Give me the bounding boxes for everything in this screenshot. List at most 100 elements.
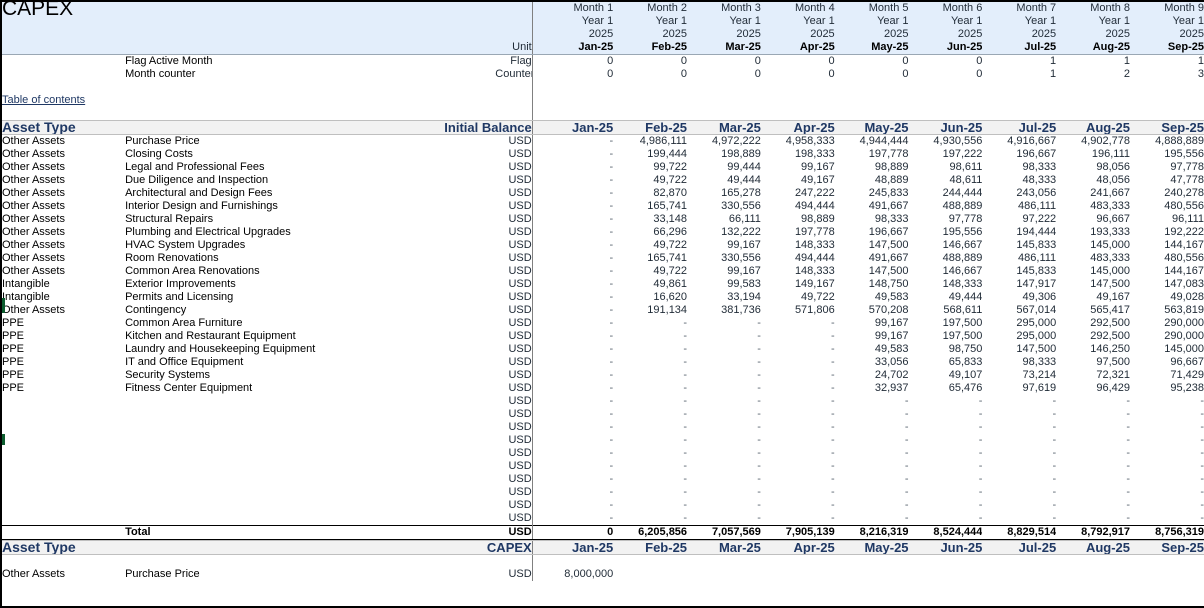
section1-value-5[interactable]: 99,167 <box>835 317 909 330</box>
section1-month-header-6[interactable]: Jun-25 <box>909 121 983 135</box>
table-row[interactable]: USD--------- <box>2 421 1204 434</box>
section1-value-8[interactable]: - <box>1056 473 1130 486</box>
section1-value-9[interactable]: - <box>1130 447 1204 460</box>
section1-value-8[interactable]: 292,500 <box>1056 317 1130 330</box>
section1-value-1[interactable]: - <box>539 187 613 200</box>
section1-value-7[interactable]: 48,333 <box>982 174 1056 187</box>
section1-value-7[interactable]: - <box>982 408 1056 421</box>
flag-value-3[interactable]: 0 <box>687 55 761 68</box>
table-row[interactable]: PPECommon Area FurnitureUSD----99,167197… <box>2 317 1204 330</box>
section2-value-3[interactable] <box>687 568 761 581</box>
section1-value-4[interactable]: - <box>761 343 835 356</box>
section1-value-1[interactable]: - <box>539 265 613 278</box>
table-row[interactable]: Other AssetsPurchase PriceUSD8,000,000 <box>2 568 1204 581</box>
section1-value-6[interactable]: - <box>909 395 983 408</box>
section1-value-6[interactable]: 146,667 <box>909 265 983 278</box>
section2-value-2[interactable] <box>613 568 687 581</box>
section1-value-3[interactable]: 330,556 <box>687 200 761 213</box>
section1-value-3[interactable]: - <box>687 408 761 421</box>
section2-month-header-8[interactable]: Aug-25 <box>1056 541 1130 555</box>
section1-value-7[interactable]: - <box>982 499 1056 512</box>
section1-value-8[interactable]: 49,167 <box>1056 291 1130 304</box>
section2-value-1[interactable]: 8,000,000 <box>539 568 613 581</box>
flag-value-5[interactable]: 0 <box>835 55 909 68</box>
section1-value-6[interactable]: - <box>909 499 983 512</box>
section1-value-9[interactable]: - <box>1130 499 1204 512</box>
section1-value-3[interactable]: 381,736 <box>687 304 761 317</box>
section1-value-4[interactable]: - <box>761 512 835 526</box>
section1-value-1[interactable]: - <box>539 213 613 226</box>
section1-value-9[interactable]: - <box>1130 434 1204 447</box>
section1-value-9[interactable]: 4,888,889 <box>1130 135 1204 149</box>
table-row[interactable]: USD--------- <box>2 473 1204 486</box>
section1-value-3[interactable]: 99,167 <box>687 265 761 278</box>
section1-value-6[interactable]: 568,611 <box>909 304 983 317</box>
section2-value-7[interactable] <box>982 568 1056 581</box>
section1-value-1[interactable]: - <box>539 382 613 395</box>
section1-value-9[interactable]: 96,111 <box>1130 213 1204 226</box>
table-row[interactable]: Other AssetsCommon Area RenovationsUSD-4… <box>2 265 1204 278</box>
spreadsheet-sheet[interactable]: CAPEX Month 1 Month 2 Month 3 Month 4 Mo… <box>0 0 1204 608</box>
section1-value-8[interactable]: 145,000 <box>1056 239 1130 252</box>
section1-value-5[interactable]: - <box>835 512 909 526</box>
section1-month-header-7[interactable]: Jul-25 <box>982 121 1056 135</box>
section1-value-7[interactable]: 145,833 <box>982 265 1056 278</box>
section1-value-3[interactable]: 4,972,222 <box>687 135 761 149</box>
section1-value-5[interactable]: 197,778 <box>835 148 909 161</box>
capex-flow-table[interactable]: Asset TypeCAPEXJan-25Feb-25Mar-25Apr-25M… <box>2 540 1204 581</box>
section1-value-2[interactable]: - <box>613 395 687 408</box>
section1-value-5[interactable]: 48,889 <box>835 174 909 187</box>
section1-value-3[interactable]: 165,278 <box>687 187 761 200</box>
section1-value-8[interactable]: 193,333 <box>1056 226 1130 239</box>
section1-value-8[interactable]: 483,333 <box>1056 200 1130 213</box>
section1-value-6[interactable]: - <box>909 512 983 526</box>
section2-value-5[interactable] <box>835 568 909 581</box>
table-row[interactable]: Other AssetsRoom RenovationsUSD-165,7413… <box>2 252 1204 265</box>
section1-value-4[interactable]: 197,778 <box>761 226 835 239</box>
section1-value-5[interactable]: - <box>835 421 909 434</box>
section1-value-6[interactable]: 98,611 <box>909 161 983 174</box>
section1-value-8[interactable]: 48,056 <box>1056 174 1130 187</box>
section1-value-1[interactable]: - <box>539 304 613 317</box>
section1-value-7[interactable]: 196,667 <box>982 148 1056 161</box>
section1-value-8[interactable]: 146,250 <box>1056 343 1130 356</box>
section1-value-2[interactable]: 66,296 <box>613 226 687 239</box>
section1-value-2[interactable]: - <box>613 343 687 356</box>
section1-value-1[interactable]: - <box>539 486 613 499</box>
section1-value-6[interactable]: 48,611 <box>909 174 983 187</box>
section1-month-header-3[interactable]: Mar-25 <box>687 121 761 135</box>
section1-value-8[interactable]: - <box>1056 395 1130 408</box>
section1-value-4[interactable]: - <box>761 473 835 486</box>
section1-value-9[interactable]: 192,222 <box>1130 226 1204 239</box>
section1-value-4[interactable]: 98,889 <box>761 213 835 226</box>
section2-month-header-7[interactable]: Jul-25 <box>982 541 1056 555</box>
section1-value-5[interactable]: - <box>835 395 909 408</box>
section1-value-7[interactable]: 486,111 <box>982 200 1056 213</box>
table-row[interactable]: USD--------- <box>2 460 1204 473</box>
section1-value-7[interactable]: 295,000 <box>982 317 1056 330</box>
section1-value-6[interactable]: 4,930,556 <box>909 135 983 149</box>
section1-value-9[interactable]: 144,167 <box>1130 239 1204 252</box>
section1-value-7[interactable]: 295,000 <box>982 330 1056 343</box>
table-row[interactable]: Other AssetsPlumbing and Electrical Upgr… <box>2 226 1204 239</box>
section2-month-header-6[interactable]: Jun-25 <box>909 541 983 555</box>
section1-value-8[interactable]: - <box>1056 421 1130 434</box>
section1-value-2[interactable]: 49,861 <box>613 278 687 291</box>
section1-value-5[interactable]: - <box>835 434 909 447</box>
section1-month-header-9[interactable]: Sep-25 <box>1130 121 1204 135</box>
section1-value-4[interactable]: 247,222 <box>761 187 835 200</box>
section1-value-7[interactable]: 194,444 <box>982 226 1056 239</box>
section1-value-3[interactable]: 330,556 <box>687 252 761 265</box>
flag-value-2[interactable]: 0 <box>613 68 687 81</box>
section1-value-2[interactable]: 99,722 <box>613 161 687 174</box>
section1-value-9[interactable]: 195,556 <box>1130 148 1204 161</box>
flag-value-9[interactable]: 3 <box>1130 68 1204 81</box>
section1-value-9[interactable]: - <box>1130 486 1204 499</box>
section1-value-5[interactable]: 24,702 <box>835 369 909 382</box>
section1-value-6[interactable]: 97,778 <box>909 213 983 226</box>
section1-value-6[interactable]: - <box>909 447 983 460</box>
section1-value-1[interactable]: - <box>539 447 613 460</box>
section1-value-4[interactable]: 4,958,333 <box>761 135 835 149</box>
section1-value-5[interactable]: 245,833 <box>835 187 909 200</box>
section1-value-2[interactable]: - <box>613 382 687 395</box>
